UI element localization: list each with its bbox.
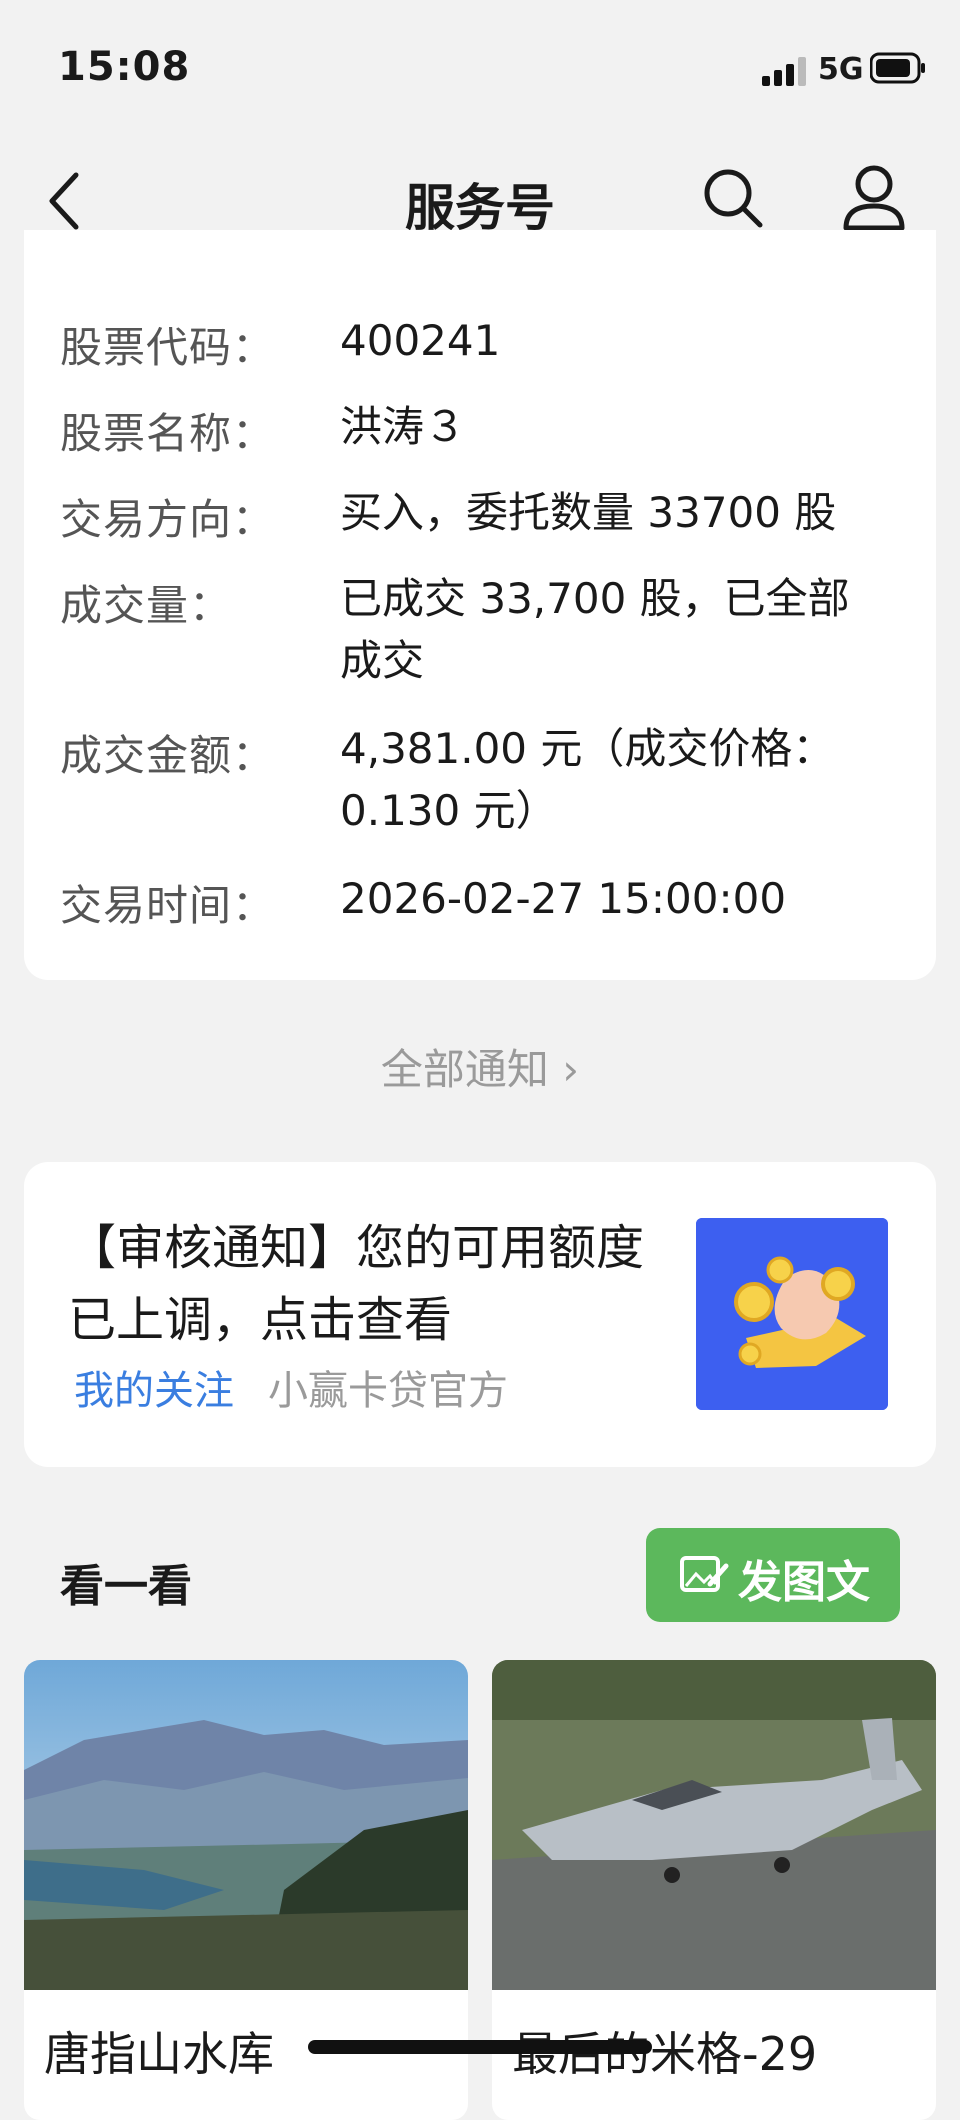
stock-code-value: 400241 [340,316,501,365]
reservoir-landscape-image [24,1660,468,1990]
section-title: 看一看 [60,1561,192,1612]
search-icon[interactable] [700,165,766,231]
coin-hand-thumbnail [696,1218,888,1410]
promo-source: 小赢卡贷官方 [268,1368,508,1414]
post-button-label: 发图文 [738,1557,870,1608]
battery-icon [870,52,925,84]
trade-time-value: 2026-02-27 15:00:00 [340,874,787,923]
field-label: 成交量： [60,581,233,630]
profile-icon[interactable] [840,162,908,234]
promo-article-card[interactable]: 【审核通知】您的可用额度已上调，点击查看 我的关注 小赢卡贷官方 [24,1162,936,1467]
filled-volume-value: 已成交 33,700 股，已全部成交 [340,574,850,685]
field-label: 股票代码： [60,323,276,372]
status-bar: 15:08 5G [0,0,960,140]
network-type: 5G [818,52,864,87]
field-label: 交易方向： [60,495,276,544]
fighter-jet-image [492,1660,936,1990]
all-notifications-link[interactable]: 全部通知 › [0,1036,960,1097]
status-time: 15:08 [58,44,191,90]
feed-title: 唐指山水库 [44,2027,274,2081]
follow-tag: 我的关注 [74,1368,234,1414]
field-label: 成交金额： [60,731,276,780]
field-label: 交易时间： [60,881,276,930]
cellular-signal-icon [762,57,806,86]
post-image-text-button[interactable]: 发图文 [646,1528,900,1622]
field-label: 股票名称： [60,409,276,458]
home-indicator[interactable] [308,2040,652,2054]
trade-direction-value: 买入，委托数量 33700 股 [340,488,837,537]
image-edit-icon [680,1556,729,1592]
trade-notification-card[interactable]: 股票代码： 400241 股票名称： 洪涛３ 交易方向： 买入，委托数量 337… [24,230,936,980]
stock-name-value: 洪涛３ [340,402,467,451]
trade-amount-value: 4,381.00 元（成交价格：0.130 元） [340,724,835,835]
promo-title: 【审核通知】您的可用额度已上调，点击查看 [68,1220,645,1348]
